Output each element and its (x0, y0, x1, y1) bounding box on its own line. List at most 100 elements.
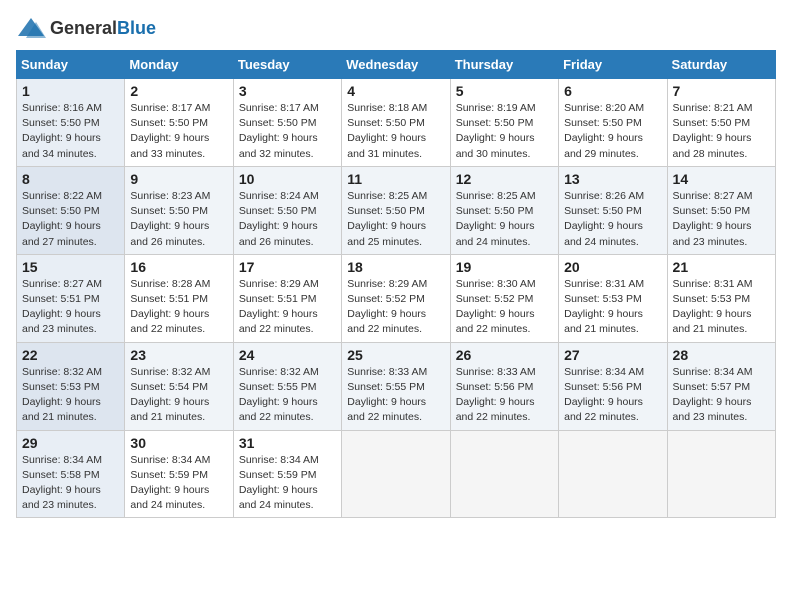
calendar-cell (450, 430, 558, 518)
day-number: 28 (673, 347, 770, 363)
calendar-header-row: SundayMondayTuesdayWednesdayThursdayFrid… (17, 51, 776, 79)
day-info: Sunrise: 8:25 AM Sunset: 5:50 PM Dayligh… (456, 189, 553, 250)
day-info: Sunrise: 8:25 AM Sunset: 5:50 PM Dayligh… (347, 189, 444, 250)
day-info: Sunrise: 8:33 AM Sunset: 5:55 PM Dayligh… (347, 365, 444, 426)
day-info: Sunrise: 8:18 AM Sunset: 5:50 PM Dayligh… (347, 101, 444, 162)
calendar-cell: 29 Sunrise: 8:34 AM Sunset: 5:58 PM Dayl… (17, 430, 125, 518)
day-info: Sunrise: 8:16 AM Sunset: 5:50 PM Dayligh… (22, 101, 119, 162)
calendar-cell: 5 Sunrise: 8:19 AM Sunset: 5:50 PM Dayli… (450, 79, 558, 167)
day-number: 16 (130, 259, 227, 275)
day-info: Sunrise: 8:29 AM Sunset: 5:51 PM Dayligh… (239, 277, 336, 338)
day-info: Sunrise: 8:34 AM Sunset: 5:56 PM Dayligh… (564, 365, 661, 426)
week-row-4: 22 Sunrise: 8:32 AM Sunset: 5:53 PM Dayl… (17, 342, 776, 430)
calendar-cell: 19 Sunrise: 8:30 AM Sunset: 5:52 PM Dayl… (450, 254, 558, 342)
day-number: 19 (456, 259, 553, 275)
day-info: Sunrise: 8:34 AM Sunset: 5:59 PM Dayligh… (130, 453, 227, 514)
calendar-cell: 27 Sunrise: 8:34 AM Sunset: 5:56 PM Dayl… (559, 342, 667, 430)
calendar-cell: 1 Sunrise: 8:16 AM Sunset: 5:50 PM Dayli… (17, 79, 125, 167)
week-row-1: 1 Sunrise: 8:16 AM Sunset: 5:50 PM Dayli… (17, 79, 776, 167)
day-info: Sunrise: 8:34 AM Sunset: 5:57 PM Dayligh… (673, 365, 770, 426)
day-number: 15 (22, 259, 119, 275)
calendar-cell: 8 Sunrise: 8:22 AM Sunset: 5:50 PM Dayli… (17, 166, 125, 254)
calendar-cell: 3 Sunrise: 8:17 AM Sunset: 5:50 PM Dayli… (233, 79, 341, 167)
day-number: 31 (239, 435, 336, 451)
day-number: 10 (239, 171, 336, 187)
calendar-cell: 17 Sunrise: 8:29 AM Sunset: 5:51 PM Dayl… (233, 254, 341, 342)
logo: GeneralBlue (16, 16, 156, 40)
calendar-table: SundayMondayTuesdayWednesdayThursdayFrid… (16, 50, 776, 518)
calendar-cell: 11 Sunrise: 8:25 AM Sunset: 5:50 PM Dayl… (342, 166, 450, 254)
day-number: 26 (456, 347, 553, 363)
calendar-cell: 6 Sunrise: 8:20 AM Sunset: 5:50 PM Dayli… (559, 79, 667, 167)
day-number: 1 (22, 83, 119, 99)
week-row-3: 15 Sunrise: 8:27 AM Sunset: 5:51 PM Dayl… (17, 254, 776, 342)
day-number: 8 (22, 171, 119, 187)
calendar-cell: 24 Sunrise: 8:32 AM Sunset: 5:55 PM Dayl… (233, 342, 341, 430)
day-number: 18 (347, 259, 444, 275)
day-number: 12 (456, 171, 553, 187)
calendar-cell: 13 Sunrise: 8:26 AM Sunset: 5:50 PM Dayl… (559, 166, 667, 254)
calendar-cell: 18 Sunrise: 8:29 AM Sunset: 5:52 PM Dayl… (342, 254, 450, 342)
day-number: 2 (130, 83, 227, 99)
weekday-thursday: Thursday (450, 51, 558, 79)
calendar-cell (559, 430, 667, 518)
day-number: 7 (673, 83, 770, 99)
calendar-cell: 25 Sunrise: 8:33 AM Sunset: 5:55 PM Dayl… (342, 342, 450, 430)
day-number: 6 (564, 83, 661, 99)
day-info: Sunrise: 8:27 AM Sunset: 5:51 PM Dayligh… (22, 277, 119, 338)
day-info: Sunrise: 8:22 AM Sunset: 5:50 PM Dayligh… (22, 189, 119, 250)
calendar-cell: 20 Sunrise: 8:31 AM Sunset: 5:53 PM Dayl… (559, 254, 667, 342)
day-info: Sunrise: 8:32 AM Sunset: 5:55 PM Dayligh… (239, 365, 336, 426)
day-number: 27 (564, 347, 661, 363)
day-info: Sunrise: 8:21 AM Sunset: 5:50 PM Dayligh… (673, 101, 770, 162)
day-number: 13 (564, 171, 661, 187)
day-info: Sunrise: 8:26 AM Sunset: 5:50 PM Dayligh… (564, 189, 661, 250)
week-row-2: 8 Sunrise: 8:22 AM Sunset: 5:50 PM Dayli… (17, 166, 776, 254)
day-info: Sunrise: 8:19 AM Sunset: 5:50 PM Dayligh… (456, 101, 553, 162)
day-number: 11 (347, 171, 444, 187)
weekday-friday: Friday (559, 51, 667, 79)
day-number: 25 (347, 347, 444, 363)
weekday-tuesday: Tuesday (233, 51, 341, 79)
day-info: Sunrise: 8:30 AM Sunset: 5:52 PM Dayligh… (456, 277, 553, 338)
day-info: Sunrise: 8:23 AM Sunset: 5:50 PM Dayligh… (130, 189, 227, 250)
logo-blue: Blue (117, 18, 156, 38)
day-info: Sunrise: 8:20 AM Sunset: 5:50 PM Dayligh… (564, 101, 661, 162)
day-info: Sunrise: 8:32 AM Sunset: 5:53 PM Dayligh… (22, 365, 119, 426)
calendar-cell: 10 Sunrise: 8:24 AM Sunset: 5:50 PM Dayl… (233, 166, 341, 254)
calendar-cell: 23 Sunrise: 8:32 AM Sunset: 5:54 PM Dayl… (125, 342, 233, 430)
calendar-cell: 15 Sunrise: 8:27 AM Sunset: 5:51 PM Dayl… (17, 254, 125, 342)
day-number: 9 (130, 171, 227, 187)
calendar-cell: 28 Sunrise: 8:34 AM Sunset: 5:57 PM Dayl… (667, 342, 775, 430)
calendar-cell: 4 Sunrise: 8:18 AM Sunset: 5:50 PM Dayli… (342, 79, 450, 167)
day-info: Sunrise: 8:33 AM Sunset: 5:56 PM Dayligh… (456, 365, 553, 426)
day-number: 21 (673, 259, 770, 275)
day-number: 29 (22, 435, 119, 451)
calendar-cell: 26 Sunrise: 8:33 AM Sunset: 5:56 PM Dayl… (450, 342, 558, 430)
calendar-cell: 21 Sunrise: 8:31 AM Sunset: 5:53 PM Dayl… (667, 254, 775, 342)
day-number: 30 (130, 435, 227, 451)
calendar-cell (667, 430, 775, 518)
week-row-5: 29 Sunrise: 8:34 AM Sunset: 5:58 PM Dayl… (17, 430, 776, 518)
logo-general: General (50, 18, 117, 38)
day-info: Sunrise: 8:34 AM Sunset: 5:58 PM Dayligh… (22, 453, 119, 514)
day-number: 4 (347, 83, 444, 99)
page-header: GeneralBlue (16, 16, 776, 40)
day-number: 14 (673, 171, 770, 187)
day-number: 20 (564, 259, 661, 275)
calendar-cell: 12 Sunrise: 8:25 AM Sunset: 5:50 PM Dayl… (450, 166, 558, 254)
day-info: Sunrise: 8:29 AM Sunset: 5:52 PM Dayligh… (347, 277, 444, 338)
calendar-cell: 16 Sunrise: 8:28 AM Sunset: 5:51 PM Dayl… (125, 254, 233, 342)
day-info: Sunrise: 8:28 AM Sunset: 5:51 PM Dayligh… (130, 277, 227, 338)
calendar-cell: 31 Sunrise: 8:34 AM Sunset: 5:59 PM Dayl… (233, 430, 341, 518)
day-number: 17 (239, 259, 336, 275)
day-info: Sunrise: 8:24 AM Sunset: 5:50 PM Dayligh… (239, 189, 336, 250)
weekday-wednesday: Wednesday (342, 51, 450, 79)
calendar-cell: 7 Sunrise: 8:21 AM Sunset: 5:50 PM Dayli… (667, 79, 775, 167)
day-info: Sunrise: 8:32 AM Sunset: 5:54 PM Dayligh… (130, 365, 227, 426)
day-number: 5 (456, 83, 553, 99)
weekday-sunday: Sunday (17, 51, 125, 79)
weekday-saturday: Saturday (667, 51, 775, 79)
day-number: 24 (239, 347, 336, 363)
day-info: Sunrise: 8:34 AM Sunset: 5:59 PM Dayligh… (239, 453, 336, 514)
